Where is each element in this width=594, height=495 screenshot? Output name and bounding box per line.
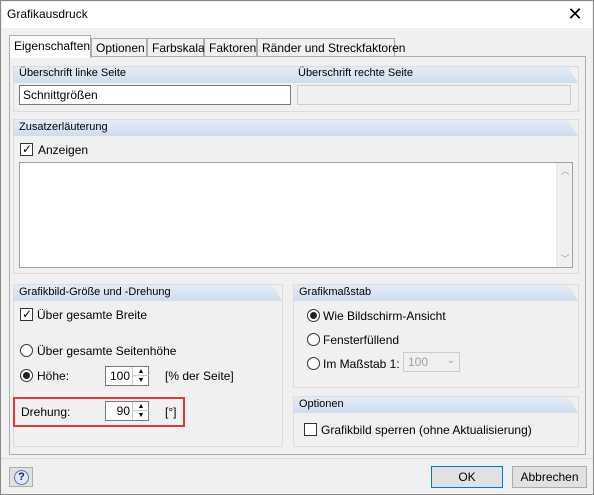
dialog-window: Grafikausdruck ✕ Eigenschaften Optionen …: [0, 0, 594, 495]
scroll-up-icon[interactable]: ︿: [557, 163, 573, 179]
height-label: Höhe:: [37, 369, 70, 383]
ratio-label: Im Maßstab 1:: [323, 357, 400, 371]
fill-radio[interactable]: [307, 333, 320, 346]
scale-group-header: Grafikmaßstab: [294, 285, 578, 301]
help-button[interactable]: ?: [9, 467, 33, 487]
fill-label: Fensterfüllend: [323, 333, 400, 347]
show-checkbox[interactable]: ✓: [20, 142, 33, 156]
lock-checkbox[interactable]: [304, 423, 317, 436]
help-icon: ?: [14, 470, 29, 485]
spin-down-icon[interactable]: ▼: [133, 376, 149, 385]
cancel-button[interactable]: Abbrechen: [512, 466, 587, 488]
tab-faktoren[interactable]: Faktoren: [204, 38, 257, 57]
close-icon[interactable]: ✕: [564, 4, 586, 26]
ratio-radio[interactable]: [307, 357, 320, 370]
checkmark-icon: ✓: [22, 307, 33, 321]
tab-farbskala[interactable]: Farbskala: [147, 38, 205, 57]
size-group-header: Grafikbild-Größe und -Drehung: [14, 285, 282, 301]
options-group: Optionen: [293, 396, 579, 447]
screen-radio[interactable]: [307, 309, 320, 322]
height-spinner[interactable]: 100 ▲ ▼: [105, 366, 149, 386]
ok-button[interactable]: OK: [431, 466, 503, 488]
left-title-label: Überschrift linke Seite: [19, 67, 126, 79]
tab-eigenschaften[interactable]: Eigenschaften: [9, 35, 91, 58]
tab-raender[interactable]: Ränder und Streckfaktoren: [257, 38, 405, 57]
textarea-scrollbar[interactable]: ︿ ﹀: [556, 163, 572, 267]
height-value: 100: [109, 369, 130, 383]
screen-label: Wie Bildschirm-Ansicht: [323, 309, 446, 323]
rotation-highlight: [13, 397, 185, 427]
height-unit: [% der Seite]: [165, 369, 234, 383]
window-title: Grafikausdruck: [7, 7, 88, 21]
spin-up-icon[interactable]: ▲: [133, 367, 149, 376]
zusatz-textarea[interactable]: ︿ ﹀: [19, 162, 573, 268]
options-group-header: Optionen: [294, 397, 578, 413]
checkmark-icon: ✓: [22, 142, 33, 156]
radio-dot: [23, 372, 30, 379]
scroll-down-icon[interactable]: ﹀: [557, 251, 573, 267]
height-radio[interactable]: [20, 369, 33, 382]
full-height-label: Über gesamte Seitenhöhe: [37, 344, 177, 358]
tab-optionen[interactable]: Optionen: [91, 38, 147, 57]
zusatz-group-header: Zusatzerläuterung: [14, 120, 578, 136]
show-label: Anzeigen: [38, 143, 89, 157]
chevron-down-icon: ⌄: [446, 355, 455, 366]
full-width-checkbox[interactable]: ✓: [20, 307, 33, 321]
left-title-input[interactable]: Schnittgrößen: [19, 85, 291, 105]
lock-label: Grafikbild sperren (ohne Aktualisierung): [321, 423, 532, 437]
full-width-label: Über gesamte Breite: [37, 308, 148, 322]
radio-dot: [310, 312, 317, 319]
right-title-label: Überschrift rechte Seite: [298, 67, 413, 79]
full-height-radio[interactable]: [20, 344, 33, 357]
right-title-input: [297, 85, 571, 105]
ratio-value: 100: [408, 355, 429, 369]
footer-divider: [1, 458, 593, 459]
ratio-select: 100 ⌄: [403, 352, 460, 372]
title-bar: Grafikausdruck ✕: [2, 2, 592, 28]
